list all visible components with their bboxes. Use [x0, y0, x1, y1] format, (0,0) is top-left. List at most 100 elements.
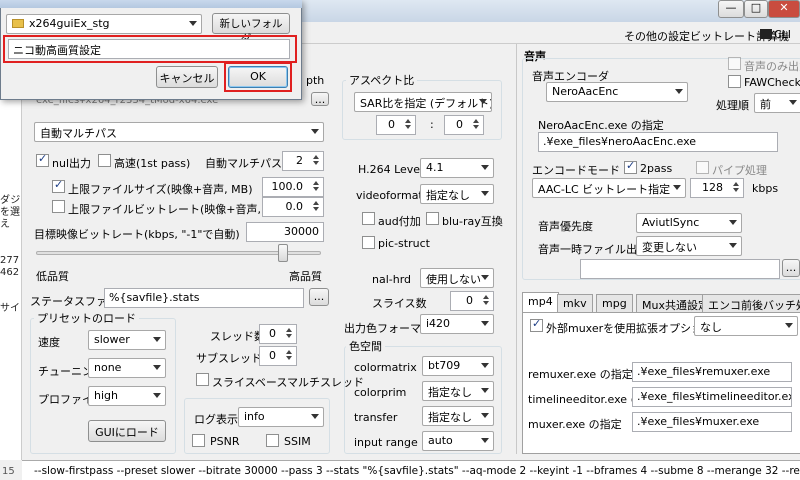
- aspect-height-input[interactable]: 0: [444, 115, 484, 135]
- fast-first-pass-checkbox[interactable]: [98, 154, 111, 167]
- tab-mp4[interactable]: mp4: [522, 292, 559, 313]
- videoformat-select[interactable]: 指定なし: [420, 184, 494, 204]
- quality-slider-thumb[interactable]: [278, 244, 288, 262]
- maximize-button[interactable]: □: [744, 0, 768, 18]
- status-file-input[interactable]: %{savfile}.stats: [104, 288, 304, 308]
- speed-label: 速度: [38, 336, 60, 349]
- picstruct-checkbox[interactable]: [362, 236, 375, 249]
- audio-encoder-select[interactable]: NeroAacEnc: [546, 82, 688, 102]
- ext-opt-select[interactable]: なし: [694, 316, 798, 336]
- cli-icon: [760, 29, 772, 39]
- audio-tempdir-browse[interactable]: ...: [782, 259, 800, 277]
- audio-mode-select[interactable]: AAC-LC ビットレート指定: [532, 178, 686, 198]
- audio-tempdir-select[interactable]: 変更しない: [636, 236, 742, 256]
- new-folder-button[interactable]: 新しいフォルダ...: [212, 13, 290, 45]
- folder-select[interactable]: x264guiEx_stg: [6, 14, 202, 34]
- timeline-input[interactable]: .¥exe_files¥timelineeditor.exe: [632, 387, 792, 407]
- aud-checkbox[interactable]: [362, 212, 375, 225]
- nul-output-label: nul出力: [52, 157, 91, 170]
- remuxer-label: remuxer.exe の指定: [528, 368, 633, 381]
- audio-bitrate-input[interactable]: 128: [690, 178, 744, 198]
- menu-cli[interactable]: CLI: [760, 28, 791, 41]
- tune-select[interactable]: none: [88, 358, 166, 378]
- folder-dialog-titlebar: [0, 0, 302, 8]
- target-bitrate-label: 目標映像ビットレート(kbps, "-1"で自動): [34, 228, 240, 241]
- limit-size-label: 上限ファイルサイズ(映像+音声, MB): [68, 183, 253, 196]
- faw-checkbox[interactable]: [728, 75, 741, 88]
- limit-bitrate-input[interactable]: 0.0: [262, 197, 324, 217]
- log-select[interactable]: info: [238, 407, 324, 427]
- muxer-label: muxer.exe の指定: [528, 418, 622, 431]
- transfer-label: transfer: [354, 411, 398, 424]
- colorspace-group-title: 色空間: [346, 338, 385, 354]
- limit-size-checkbox[interactable]: [52, 178, 65, 193]
- exe-browse-button[interactable]: ...: [311, 92, 329, 106]
- fast-first-pass-label: 高速(1st pass): [114, 157, 191, 170]
- aspect-width-input[interactable]: 0: [376, 115, 416, 135]
- tab-mkv[interactable]: mkv: [557, 294, 593, 313]
- h264-level-label: H.264 Level: [358, 163, 424, 176]
- kbps-label: kbps: [752, 182, 779, 195]
- minimize-button[interactable]: —: [718, 0, 744, 18]
- speed-select[interactable]: slower: [88, 330, 166, 350]
- aspect-group-title: アスペクト比: [346, 72, 418, 88]
- csp-select[interactable]: i420: [420, 314, 494, 334]
- slices-input[interactable]: 0: [450, 291, 494, 311]
- multipass-count-input[interactable]: 2: [282, 151, 324, 171]
- order-label: 処理順: [716, 99, 749, 112]
- limit-size-input[interactable]: 100.0: [262, 177, 324, 197]
- pipe-checkbox[interactable]: [696, 161, 709, 174]
- log-label: ログ表示: [194, 413, 238, 426]
- slice-mt-checkbox[interactable]: [196, 373, 209, 386]
- encode-mode-select[interactable]: 自動マルチパス: [34, 122, 324, 142]
- nalhrd-select[interactable]: 使用しない: [420, 268, 494, 288]
- audio-priority-select[interactable]: AviutlSync: [636, 213, 742, 233]
- folder-icon: [12, 19, 24, 28]
- psnr-label: PSNR: [210, 435, 240, 448]
- remuxer-input[interactable]: .¥exe_files¥remuxer.exe: [632, 362, 792, 382]
- order-select[interactable]: 前: [754, 93, 800, 113]
- inputrange-select[interactable]: auto: [422, 431, 494, 451]
- tab-mpg[interactable]: mpg: [596, 294, 633, 313]
- twopass-checkbox[interactable]: [624, 159, 637, 174]
- cancel-button[interactable]: キャンセル: [156, 66, 218, 88]
- threads-label: スレッド数: [210, 330, 265, 343]
- external-muxer-checkbox[interactable]: [530, 317, 543, 332]
- target-bitrate-input[interactable]: 30000: [246, 222, 324, 242]
- audio-tempdir-input[interactable]: [580, 259, 780, 279]
- audio-exe-label: NeroAacEnc.exe の指定: [538, 119, 664, 132]
- subthreads-input[interactable]: 0: [259, 346, 297, 366]
- audio-only-label: 音声のみ出力: [744, 60, 800, 73]
- profile-select[interactable]: high: [88, 386, 166, 406]
- limit-bitrate-checkbox[interactable]: [52, 200, 65, 213]
- command-line: --slow-firstpass --preset slower --bitra…: [22, 460, 800, 480]
- psnr-checkbox[interactable]: [192, 434, 205, 447]
- bluray-checkbox[interactable]: [426, 212, 439, 225]
- pipe-label: パイプ処理: [712, 164, 767, 177]
- faw-label: FAWCheck: [744, 76, 800, 89]
- close-window-button[interactable]: ✕: [768, 0, 800, 18]
- nul-output-checkbox[interactable]: [36, 152, 49, 167]
- transfer-select[interactable]: 指定なし: [422, 406, 494, 426]
- threads-input[interactable]: 0: [259, 324, 297, 344]
- menu-other-settings[interactable]: その他の設定: [624, 28, 690, 44]
- ssim-label: SSIM: [284, 435, 311, 448]
- videoformat-label: videoformat: [356, 189, 423, 202]
- folder-name-input[interactable]: ニコ動高画質設定: [8, 39, 290, 59]
- colormatrix-select[interactable]: bt709: [422, 356, 494, 376]
- aud-label: aud付加: [378, 215, 421, 228]
- h264-level-select[interactable]: 4.1: [420, 158, 494, 178]
- aspect-mode-select[interactable]: SAR比を指定 (デフォルト): [354, 92, 492, 112]
- limit-bitrate-label: 上限ファイルビットレート(映像+音声, kbps): [68, 203, 295, 216]
- audio-only-checkbox[interactable]: [728, 57, 741, 70]
- muxer-input[interactable]: .¥exe_files¥muxer.exe: [632, 412, 792, 432]
- audio-exe-input[interactable]: .¥exe_files¥neroAacEnc.exe: [538, 132, 778, 152]
- inputrange-label: input range: [354, 436, 418, 449]
- status-browse-button[interactable]: ...: [309, 288, 329, 306]
- bluray-label: blu-ray互換: [442, 215, 503, 228]
- load-preset-button[interactable]: GUIにロード: [88, 420, 166, 442]
- colorprim-select[interactable]: 指定なし: [422, 381, 494, 401]
- ok-button[interactable]: OK: [228, 66, 288, 88]
- tab-batch[interactable]: エンコ前後バッチ処理: [702, 294, 800, 313]
- ssim-checkbox[interactable]: [266, 434, 279, 447]
